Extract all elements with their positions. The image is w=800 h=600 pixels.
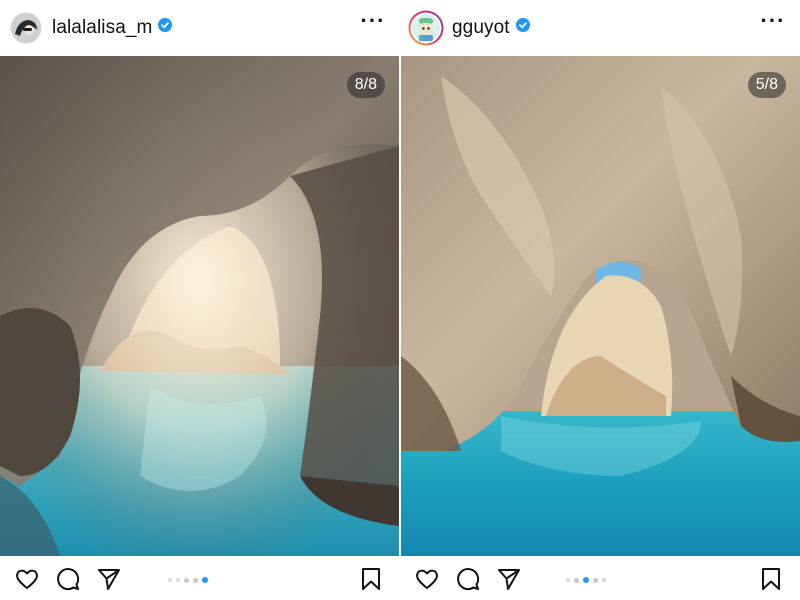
carousel-dot (574, 577, 579, 583)
carousel-indicator (168, 577, 208, 583)
avatar[interactable] (408, 10, 444, 46)
share-button[interactable] (496, 566, 522, 592)
post-header: lalalalisa_m ··· (0, 0, 400, 56)
share-icon (498, 569, 520, 590)
save-button[interactable] (358, 566, 384, 592)
verified-badge-icon (515, 18, 530, 32)
carousel-dot (176, 578, 180, 582)
image-counter: 8/8 (346, 72, 385, 98)
save-button[interactable] (758, 566, 784, 592)
username-text: lalalalisa_m (52, 17, 153, 38)
comment-button[interactable] (455, 566, 481, 592)
image-counter: 5/8 (747, 72, 786, 98)
carousel-dot (593, 577, 598, 583)
carousel-dot-active (202, 577, 208, 583)
more-options-button[interactable]: ··· (760, 10, 786, 40)
username-text: gguyot (452, 17, 510, 38)
post-actions (0, 556, 400, 600)
username[interactable]: gguyot (452, 17, 530, 39)
bookmark-icon (362, 568, 380, 590)
more-options-button[interactable]: ··· (360, 10, 386, 40)
carousel-dot-active (583, 577, 589, 583)
share-button[interactable] (96, 566, 122, 592)
post-image[interactable]: 8/8 (0, 56, 399, 556)
like-button[interactable] (14, 566, 40, 592)
arch-photo (401, 56, 800, 556)
carousel-indicator (566, 577, 606, 583)
bookmark-icon (762, 568, 780, 590)
post-gguyot: gguyot ··· 5/8 (400, 0, 800, 600)
comment-icon (57, 568, 80, 591)
heart-icon (16, 569, 38, 589)
comment-icon (457, 568, 480, 591)
post-header: gguyot ··· (400, 0, 800, 56)
share-icon (98, 569, 120, 590)
post-actions (400, 556, 800, 600)
carousel-dot (168, 578, 172, 582)
like-button[interactable] (414, 566, 440, 592)
carousel-dot (566, 578, 570, 582)
post-image[interactable]: 5/8 (401, 56, 800, 556)
carousel-dot (193, 577, 198, 583)
cave-photo (0, 56, 399, 556)
carousel-dot (184, 577, 189, 583)
heart-icon (416, 569, 438, 589)
post-lalalalisa: lalalalisa_m ··· 8/8 (0, 0, 400, 600)
verified-badge-icon (158, 18, 173, 32)
username[interactable]: lalalalisa_m (52, 17, 173, 39)
avatar[interactable] (10, 12, 42, 44)
carousel-dot (602, 578, 606, 582)
comment-button[interactable] (55, 566, 81, 592)
